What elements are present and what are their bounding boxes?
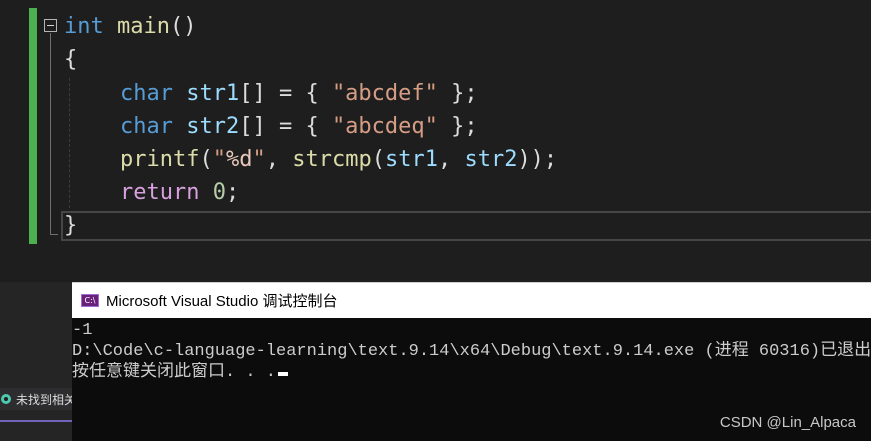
code-token-str: "	[212, 147, 226, 172]
code-line[interactable]: int main()	[64, 12, 196, 42]
code-line[interactable]: char str1[] = { "abcdef" };	[120, 79, 478, 109]
change-indicator-bar	[29, 8, 37, 244]
code-line[interactable]: }	[64, 211, 77, 241]
fold-guide-end	[50, 234, 58, 235]
collapse-icon[interactable]	[44, 19, 57, 32]
code-token-pun: };	[437, 81, 478, 106]
code-token-pun: (	[371, 147, 385, 172]
code-token-pun: ()	[169, 14, 197, 39]
console-titlebar[interactable]: C:\ Microsoft Visual Studio 调试控制台	[72, 282, 871, 318]
current-line-highlight	[61, 211, 871, 241]
code-token-kw: int	[64, 14, 104, 39]
code-token-pun: }	[64, 213, 78, 238]
console-title: Microsoft Visual Studio 调试控制台	[106, 293, 338, 310]
code-token-pun: [] = {	[239, 114, 332, 139]
code-token-pun: ,	[437, 147, 465, 172]
watermark: CSDN @Lin_Alpaca	[719, 414, 856, 431]
console-line: D:\Code\c-language-learning\text.9.14\x6…	[72, 342, 871, 361]
issues-status-label: 未找到相关问题	[16, 392, 72, 407]
code-token-pun: ,	[265, 147, 293, 172]
text-cursor	[278, 372, 289, 376]
code-token-pun: ;	[225, 180, 240, 205]
code-token-fn: strcmp	[292, 147, 372, 172]
code-token-var: str2	[464, 147, 518, 172]
code-token-esc: %d	[225, 147, 253, 172]
code-token-str: "abcdef"	[331, 81, 438, 106]
status-ok-icon	[1, 394, 11, 404]
code-token-str: "abcdeq"	[331, 114, 438, 139]
code-token-pun: };	[437, 114, 478, 139]
code-token-fn: main	[117, 14, 170, 39]
code-token-kw: char	[120, 81, 173, 106]
activity-indicator	[0, 420, 72, 422]
code-token-pun	[173, 81, 186, 106]
console-app-icon: C:\	[81, 294, 99, 307]
code-editor[interactable]: int main() { char str1[] = { "abcdef" };…	[0, 0, 871, 282]
side-panel	[0, 282, 72, 441]
code-line[interactable]: return 0;	[120, 178, 239, 208]
console-line-text: 按任意键关闭此窗口. . .	[72, 363, 277, 382]
code-line[interactable]: printf("%d", strcmp(str1, str2));	[120, 145, 557, 175]
console-line: 按任意键关闭此窗口. . .	[72, 362, 871, 383]
console-line: -1	[72, 321, 93, 340]
indent-guide	[69, 78, 70, 208]
fold-guide-line	[50, 33, 51, 235]
code-line[interactable]: {	[64, 45, 77, 75]
code-token-fn: printf	[120, 147, 200, 172]
code-token-kw: char	[120, 114, 173, 139]
code-token-pun: [] = {	[239, 81, 332, 106]
code-token-pun	[104, 14, 117, 39]
code-token-pun: ));	[517, 147, 558, 172]
code-token-pun	[199, 180, 212, 205]
code-token-pun: {	[64, 47, 78, 72]
code-token-var: str1	[186, 81, 240, 106]
code-token-str: "	[252, 147, 266, 172]
code-token-num: 0	[212, 180, 226, 205]
code-token-pun	[173, 114, 186, 139]
code-token-var: str2	[186, 114, 240, 139]
code-token-ctl: return	[120, 180, 200, 205]
code-line[interactable]: char str2[] = { "abcdeq" };	[120, 112, 478, 142]
issues-status[interactable]: 未找到相关问题	[0, 388, 72, 410]
code-token-pun: (	[199, 147, 213, 172]
code-token-var: str1	[384, 147, 438, 172]
